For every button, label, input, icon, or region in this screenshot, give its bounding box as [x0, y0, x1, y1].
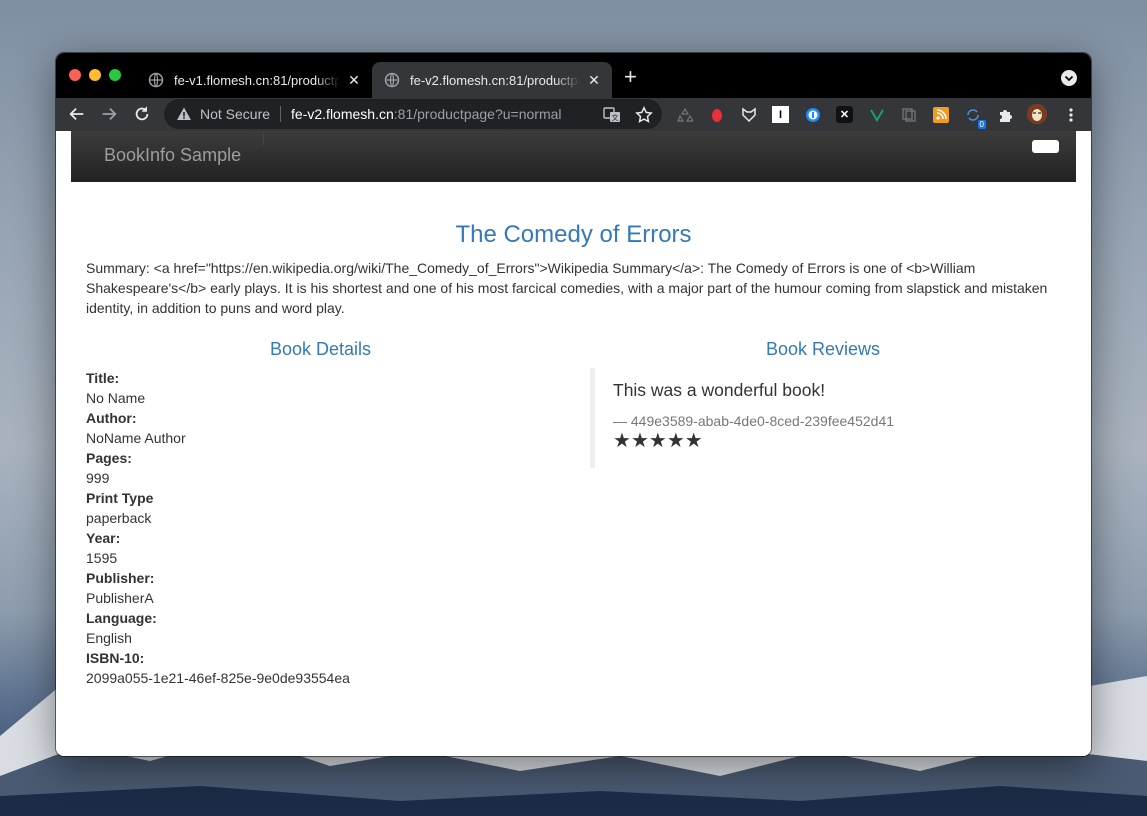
page-viewport: BookInfo Sample The Comedy of Errors Sum… — [56, 131, 1091, 756]
site-navbar: BookInfo Sample — [71, 131, 1076, 182]
star-icon: ★ — [666, 430, 685, 452]
browser-window: fe-v1.flomesh.cn:81/productpage ✕ fe-v2.… — [56, 53, 1091, 756]
fox-extension-icon[interactable] — [740, 106, 757, 123]
book-reviews-heading: Book Reviews — [766, 339, 881, 359]
star-icon: ★ — [648, 430, 667, 452]
recycle-extension-icon[interactable] — [676, 106, 693, 123]
page-title: The Comedy of Errors — [455, 221, 692, 248]
back-arrow-icon[interactable] — [67, 104, 87, 124]
tab-fe-v1[interactable]: fe-v1.flomesh.cn:81/productpage ✕ — [136, 62, 372, 98]
detail-label: Pages: — [86, 450, 132, 466]
tab-strip: fe-v1.flomesh.cn:81/productpage ✕ fe-v2.… — [56, 53, 1091, 98]
navbar-divider — [263, 131, 264, 145]
minimize-window-button[interactable] — [89, 69, 101, 81]
address-divider — [280, 106, 282, 122]
forward-arrow-icon[interactable] — [99, 104, 119, 124]
detail-value: 2099a055-1e21-46ef-825e-9e0de93554ea — [86, 670, 350, 686]
star-icon: ★ — [684, 430, 703, 452]
extension-count-badge: 0 — [977, 120, 986, 129]
detail-label: Title: — [86, 370, 120, 386]
star-rating: ★ ★ ★ ★ ★ — [613, 430, 1010, 452]
x-extension-icon[interactable]: ✕ — [836, 106, 853, 123]
detail-label: Print Type — [86, 490, 154, 506]
translate-icon[interactable]: 文 — [603, 106, 621, 124]
detail-value: English — [86, 630, 132, 646]
reload-icon[interactable] — [132, 104, 152, 124]
url-path: :81/productpage?u=normal — [393, 106, 562, 122]
tab-fe-v2[interactable]: fe-v2.flomesh.cn:81/productpage ✕ — [372, 62, 612, 98]
detail-value: No Name — [86, 390, 146, 406]
detail-value: 999 — [86, 470, 110, 486]
star-icon: ★ — [613, 430, 631, 452]
warning-triangle-icon — [177, 107, 191, 120]
tab-search-chevron-icon[interactable] — [1061, 70, 1077, 86]
globe-icon — [384, 72, 400, 88]
detail-label: ISBN-10: — [86, 650, 145, 666]
rss-extension-icon[interactable] — [932, 106, 949, 123]
kebab-menu-icon[interactable] — [1062, 106, 1079, 123]
svg-text:文: 文 — [612, 113, 619, 122]
tab-title: fe-v1.flomesh.cn:81/productpage — [174, 72, 340, 88]
vue-extension-icon[interactable] — [868, 106, 885, 123]
book-summary: Summary: <a href="https://en.wikipedia.o… — [86, 260, 1048, 316]
book-details-heading: Book Details — [270, 339, 372, 359]
security-label[interactable]: Not Secure — [200, 106, 270, 122]
detail-value: paperback — [86, 510, 152, 526]
tab-close-icon[interactable]: ✕ — [346, 72, 362, 88]
fullscreen-window-button[interactable] — [109, 69, 121, 81]
detail-value: NoName Author — [86, 430, 186, 446]
navbar-toggle-button[interactable] — [1032, 140, 1059, 153]
new-tab-plus-icon[interactable]: + — [624, 66, 637, 88]
detail-label: Year: — [86, 530, 121, 546]
detail-label: Author: — [86, 410, 137, 426]
puzzle-extensions-icon[interactable] — [996, 106, 1013, 123]
url-host: fe-v2.flomesh.cn — [291, 106, 394, 122]
reviewer-id: — 449e3589-abab-4de0-8ced-239fee452d41 — [613, 413, 895, 429]
review-text: This was a wonderful book! — [613, 380, 826, 400]
detail-label: Language: — [86, 610, 157, 626]
star-bookmark-icon[interactable] — [635, 106, 653, 124]
detail-value: 1595 — [86, 550, 118, 566]
copy-extension-icon[interactable] — [900, 106, 917, 123]
globe-icon — [148, 72, 164, 88]
red-drop-extension-icon[interactable] — [708, 106, 725, 123]
close-window-button[interactable] — [69, 69, 81, 81]
detail-value: PublisherA — [86, 590, 154, 606]
profile-avatar[interactable] — [1027, 104, 1047, 124]
browser-toolbar: Not Secure fe-v2.flomesh.cn:81/productpa… — [56, 98, 1091, 131]
star-icon: ★ — [630, 430, 649, 452]
detail-label: Publisher: — [86, 570, 155, 586]
navbar-brand[interactable]: BookInfo Sample — [104, 145, 241, 166]
review-blockquote: This was a wonderful book! — 449e3589-ab… — [590, 368, 1010, 468]
tab-close-icon[interactable]: ✕ — [586, 72, 602, 88]
address-bar[interactable]: Not Secure fe-v2.flomesh.cn:81/productpa… — [164, 99, 662, 129]
book-details-list: Title: No Name Author: NoName Author Pag… — [86, 368, 350, 688]
instapaper-extension-icon[interactable]: I — [772, 106, 789, 123]
sync-extension-icon[interactable]: 0 — [964, 106, 986, 129]
password-manager-extension-icon[interactable] — [804, 106, 821, 123]
tab-title: fe-v2.flomesh.cn:81/productpage — [410, 72, 580, 88]
